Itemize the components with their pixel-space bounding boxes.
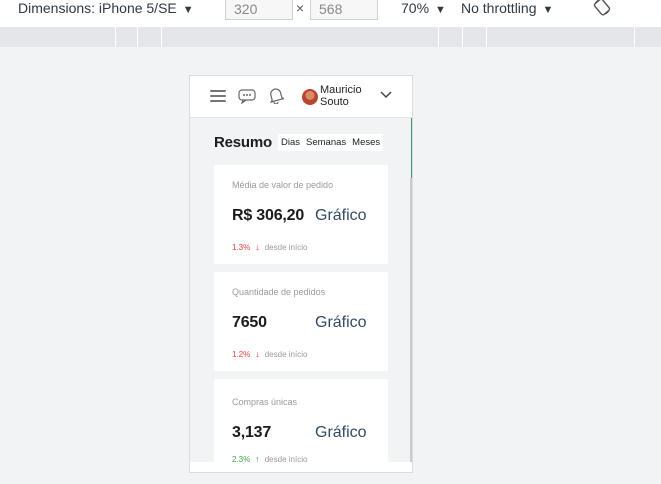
height-input[interactable]: 568 [310, 0, 378, 20]
metric-value: 3,137 [232, 424, 272, 441]
user-name[interactable]: Mauricio Souto [320, 84, 380, 108]
tab-semanas[interactable]: Semanas [303, 134, 349, 151]
media-query-ruler [0, 27, 661, 47]
page-title: Resumo [214, 134, 272, 151]
throttling-label: No throttling [461, 0, 537, 16]
metric-card-order-count: Quantidade de pedidos 7650 Gráfico 1.2% … [214, 272, 388, 371]
metric-value: R$ 306,20 [232, 207, 305, 224]
zoom-dropdown[interactable]: 70% ▼ [401, 0, 446, 18]
period-tabs: Dias Semanas Meses [278, 134, 384, 151]
caret-down-icon: ▼ [542, 4, 554, 16]
metric-card-average-order-value: Média de valor de pedido R$ 306,20 Gráfi… [214, 165, 388, 264]
arrow-down-icon: ↓ [255, 242, 260, 252]
device-dimensions-label: Dimensions: iPhone 5/SE [18, 0, 177, 16]
caret-down-icon: ▼ [435, 4, 446, 16]
chat-icon[interactable] [238, 88, 256, 104]
metric-delta: 1.3% ↓ desde início [232, 242, 307, 252]
bottom-strip [190, 462, 412, 472]
throttling-dropdown[interactable]: No throttling ▼ [461, 0, 553, 18]
device-dimensions-dropdown[interactable]: Dimensions: iPhone 5/SE ▼ [18, 0, 194, 18]
delta-percent: 1.3% [232, 242, 251, 252]
scrollbar-track[interactable] [410, 178, 412, 462]
arrow-down-icon: ↓ [255, 349, 260, 359]
delta-caption: desde início [264, 349, 308, 359]
tab-dias[interactable]: Dias [278, 134, 303, 151]
delta-percent: 1.2% [232, 349, 251, 359]
dashboard-content: Resumo Dias Semanas Meses Média de valor… [190, 118, 412, 469]
metric-card-unique-purchases: Compras únicas 3,137 Gráfico 2.3% ↑ desd… [214, 379, 388, 469]
width-input[interactable]: 320 [225, 0, 293, 20]
metric-label: Compras únicas [232, 397, 298, 407]
tab-meses[interactable]: Meses [349, 134, 383, 151]
metric-delta: 1.2% ↓ desde início [232, 349, 307, 359]
metric-label: Média de valor de pedido [232, 180, 334, 190]
bell-icon[interactable] [268, 86, 284, 104]
caret-down-icon: ▼ [182, 4, 194, 16]
metric-value: 7650 [232, 314, 267, 331]
times-sign: × [296, 0, 305, 16]
scrollbar-thumb[interactable] [411, 118, 412, 178]
metric-label: Quantidade de pedidos [232, 287, 326, 297]
rotate-icon[interactable] [593, 0, 611, 16]
chevron-down-icon[interactable] [380, 90, 392, 100]
avatar[interactable] [302, 89, 318, 105]
zoom-label: 70% [401, 0, 430, 16]
emulated-device-screen: Mauricio Souto Resumo Dias Semanas Meses… [189, 75, 413, 473]
chart-link[interactable]: Gráfico [315, 314, 367, 332]
chart-link[interactable]: Gráfico [315, 207, 367, 225]
devtools-device-toolbar: Dimensions: iPhone 5/SE ▼ 320 × 568 70% ▼ … [0, 0, 661, 22]
chart-link[interactable]: Gráfico [315, 424, 367, 442]
hamburger-icon[interactable] [210, 90, 226, 104]
app-header: Mauricio Souto [190, 76, 412, 118]
delta-caption: desde início [264, 242, 308, 252]
